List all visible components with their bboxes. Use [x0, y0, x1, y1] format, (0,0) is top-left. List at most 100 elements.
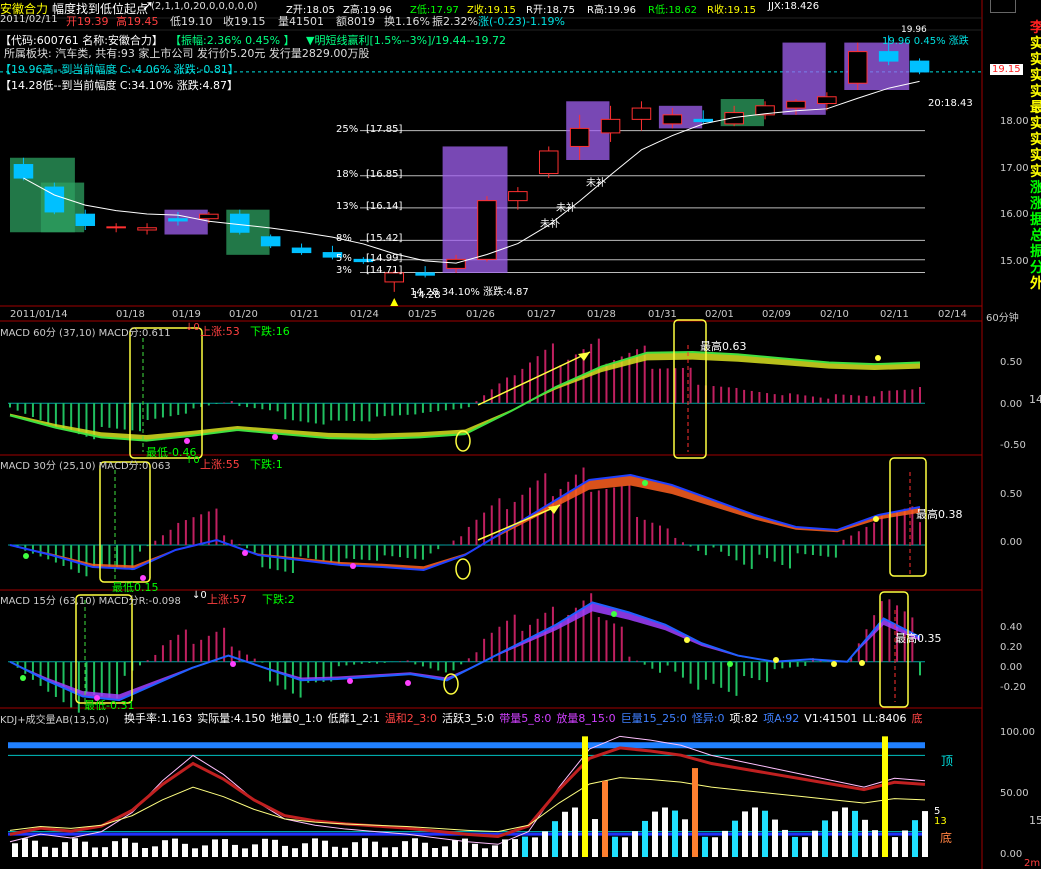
ma20-label: 20:18.43: [928, 98, 973, 109]
volume-bar: [892, 837, 898, 857]
date-tick: 01/24: [350, 309, 379, 320]
kdj-item: 地量0_1:0: [270, 712, 323, 725]
volume-bar: [702, 836, 708, 857]
candle-body: [693, 118, 714, 123]
side-char: 实: [1030, 116, 1041, 132]
level-pct: 13%: [336, 200, 359, 212]
side-char: 涨: [1030, 180, 1041, 196]
kdj-j-line: [9, 777, 926, 833]
kdj-item: 换手率:1.163: [124, 712, 193, 725]
side-char: 李: [1030, 20, 1041, 36]
volume-bar: [392, 847, 398, 857]
volume-bar: [242, 848, 248, 857]
side-char: 实: [1030, 132, 1041, 148]
volume-bar: [642, 820, 648, 857]
side-char: 实: [1030, 84, 1041, 100]
volume-bar: [612, 836, 618, 857]
volume-bar: [82, 841, 88, 857]
volume-bar: [22, 838, 28, 857]
signal-marker: [350, 563, 356, 569]
volume-bar: [562, 811, 568, 857]
candle-body: [909, 60, 930, 73]
unfilled-label-3: 未补: [540, 219, 560, 230]
volume-bar: [92, 847, 98, 857]
candle-body: [847, 51, 868, 84]
level-price: [17.85]: [366, 123, 403, 135]
level-pct: 18%: [336, 168, 359, 180]
candle-body: [137, 227, 157, 231]
quote-volume: 量41501: [278, 15, 324, 28]
jjx-value: JJX:18.426: [768, 1, 820, 12]
period-label[interactable]: 60分钟: [986, 309, 1019, 324]
kdj-item: 实际量:4.150: [197, 712, 266, 725]
volume-bar: [492, 845, 498, 857]
macd15-up: 上涨:57: [207, 593, 247, 606]
macd15-tick: 0.40: [1000, 622, 1023, 633]
kdj-item: 活跃3_5:0: [442, 712, 495, 725]
volume-bar: [362, 838, 368, 857]
side-char: 分: [1030, 260, 1041, 276]
volume-bar: [402, 841, 408, 857]
low-arrow-marker: [390, 298, 399, 306]
macd60-title: MACD 60分 (37,10) MACD分:0.611: [0, 328, 171, 339]
volume-bar: [622, 837, 628, 857]
volume-bar: [502, 839, 508, 857]
macd60-high-note: 最高0.63: [700, 340, 747, 353]
quote-close: 收19.15: [223, 15, 266, 28]
quote-amplitude: 振2.32%: [432, 15, 478, 28]
macd30-up: 上涨:55: [200, 458, 240, 471]
kdj-item: 放量8_15:0: [556, 712, 616, 725]
kdj-item: V1:41501: [804, 712, 858, 725]
side-tick: 15: [1029, 814, 1041, 827]
date-tick: 01/25: [408, 309, 437, 320]
signal-marker: [23, 553, 29, 559]
volume-bar: [782, 829, 788, 857]
bottom-corner-label: 2m: [1024, 858, 1041, 869]
date-tick: 02/09: [762, 309, 791, 320]
signal-marker: [242, 550, 248, 556]
low-line: 【14.28低--到当前幅度 C:34.10% 涨跌:4.87】: [0, 79, 238, 92]
macd15-tick: -0.20: [1000, 682, 1026, 693]
r-close: R收:19.15: [707, 5, 756, 16]
volume-bar: [652, 811, 658, 857]
volume-bar: [862, 819, 868, 857]
price-tick: 15.00: [1000, 256, 1029, 267]
volume-bar: [582, 736, 588, 857]
r-low: R低:18.62: [648, 5, 697, 16]
volume-bar: [752, 807, 758, 857]
volume-bar: [182, 843, 188, 857]
low-note: 14.28 34.10% 涨跌:4.87: [410, 287, 529, 298]
kdj-item: 低靡1_2:1: [327, 712, 380, 725]
volume-bar: [852, 810, 858, 857]
quote-open: 开19.39: [66, 15, 109, 28]
volume-bar: [422, 842, 428, 857]
signal-marker: [727, 661, 733, 667]
volume-bar: [232, 844, 238, 857]
candle-body: [44, 186, 65, 213]
signal-marker: [347, 678, 353, 684]
level-pct: 3%: [336, 265, 352, 277]
kdj-item: 温和2_3:0: [384, 712, 438, 725]
volume-bar: [902, 830, 908, 857]
kdj-tick: 50.00: [1000, 788, 1029, 799]
level-pct: 25%: [336, 123, 359, 135]
volume-bar: [632, 831, 638, 857]
macd60-up: 上涨:53: [200, 325, 240, 338]
volume-bar: [672, 810, 678, 857]
macd15-tick: 0.20: [1000, 642, 1023, 653]
macd15-ribbon: [10, 602, 920, 701]
trend-arrow-line: [477, 504, 561, 541]
candle-body: [724, 112, 744, 125]
volume-bar: [192, 848, 198, 857]
macd30-dif-line: [9, 473, 921, 572]
signal-marker: [831, 661, 837, 667]
date-tick: 01/27: [527, 309, 556, 320]
date-tick: 01/21: [290, 309, 319, 320]
volume-bar: [262, 838, 268, 857]
window-restore-button[interactable]: [990, 0, 1016, 13]
side-tick: 14: [1029, 393, 1041, 406]
signal-marker: [859, 660, 865, 666]
highlight-box: [75, 594, 133, 704]
candle-body: [415, 272, 435, 276]
volume-bar: [302, 843, 308, 857]
